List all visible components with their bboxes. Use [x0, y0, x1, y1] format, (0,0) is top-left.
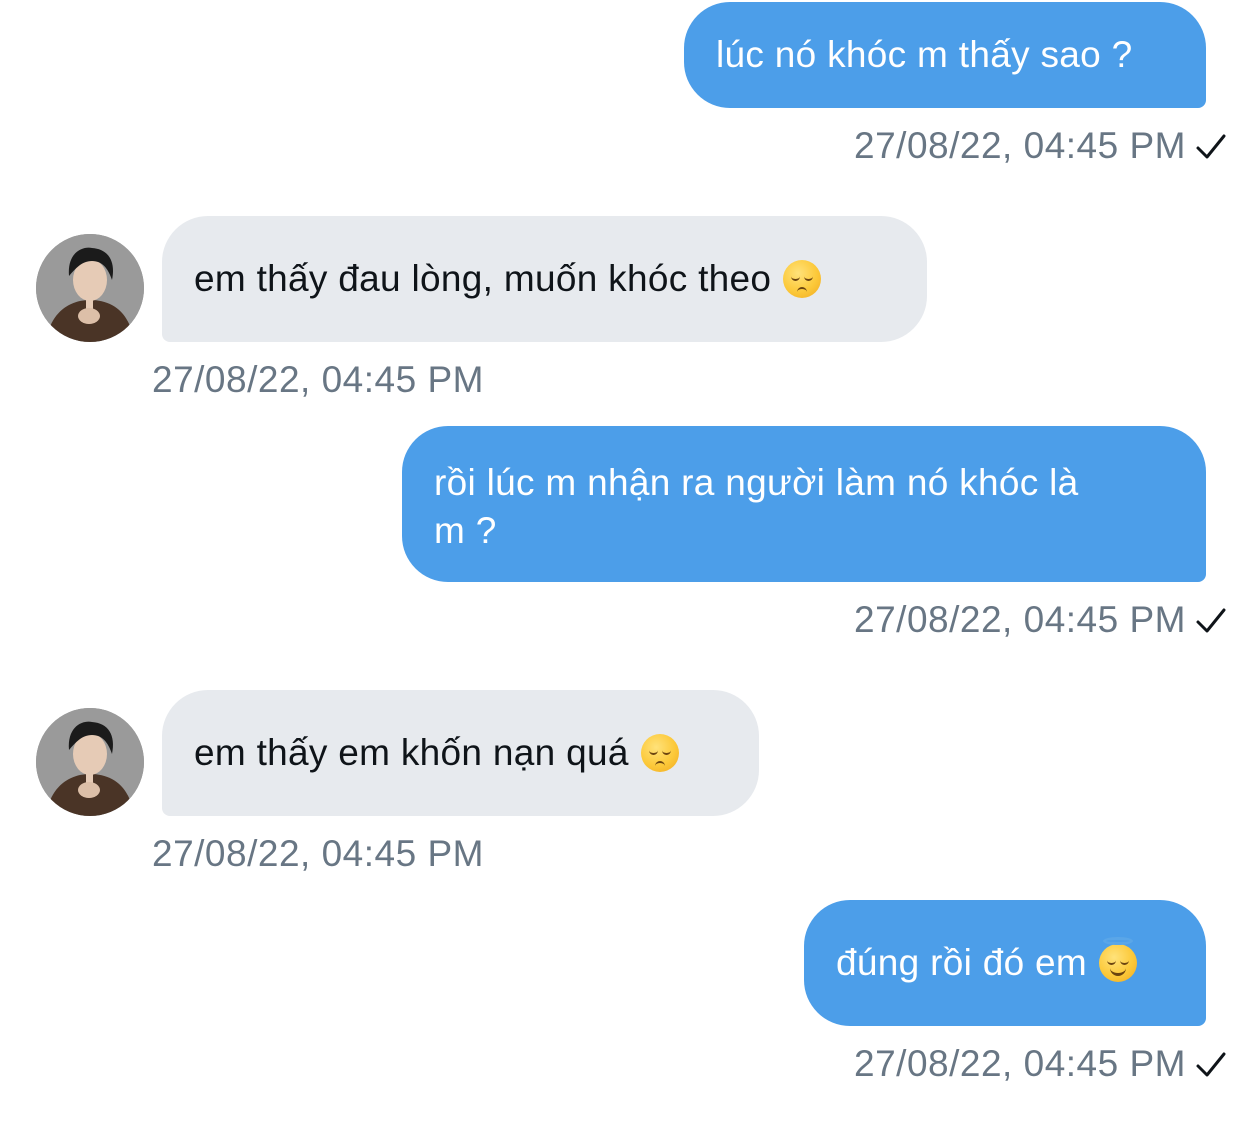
smiling-face-with-halo-emoji — [1099, 937, 1138, 982]
check-icon — [1196, 1052, 1226, 1077]
pensive-face-emoji — [783, 260, 822, 298]
message-text-line-2: m ? — [434, 510, 497, 551]
message-timestamp: 27/08/22, 04:45 PM — [854, 125, 1186, 166]
message-text: em thấy đau lòng, muốn khóc theo — [194, 258, 772, 299]
sent-message-bubble[interactable]: đúng rồi đó em — [804, 900, 1206, 1026]
message-text: lúc nó khóc m thấy sao ? — [716, 34, 1133, 75]
message-text-line-1: rồi lúc m nhận ra người làm nó khóc là — [434, 462, 1079, 503]
message-timestamp: 27/08/22, 04:45 PM — [152, 359, 484, 400]
chat-thread: lúc nó khóc m thấy sao ? 27/08/22, 04:45… — [0, 0, 1242, 1125]
message-timestamp: 27/08/22, 04:45 PM — [854, 599, 1186, 640]
avatar-photo — [36, 708, 144, 816]
check-icon — [1196, 608, 1226, 633]
sent-message-bubble[interactable]: rồi lúc m nhận ra người làm nó khóc là m… — [402, 426, 1206, 582]
check-icon — [1196, 134, 1226, 159]
message-text: đúng rồi đó em — [836, 942, 1088, 983]
avatar-photo — [36, 234, 144, 342]
message-text: em thấy em khốn nạn quá — [194, 732, 629, 773]
message-timestamp: 27/08/22, 04:45 PM — [854, 1043, 1186, 1084]
avatar[interactable] — [36, 708, 144, 816]
avatar[interactable] — [36, 234, 144, 342]
received-message-bubble[interactable]: em thấy đau lòng, muốn khóc theo — [162, 216, 927, 342]
pensive-face-emoji — [640, 734, 679, 772]
received-message-bubble[interactable]: em thấy em khốn nạn quá — [162, 690, 759, 816]
sent-message-bubble[interactable]: lúc nó khóc m thấy sao ? — [684, 2, 1206, 108]
message-timestamp: 27/08/22, 04:45 PM — [152, 833, 484, 874]
